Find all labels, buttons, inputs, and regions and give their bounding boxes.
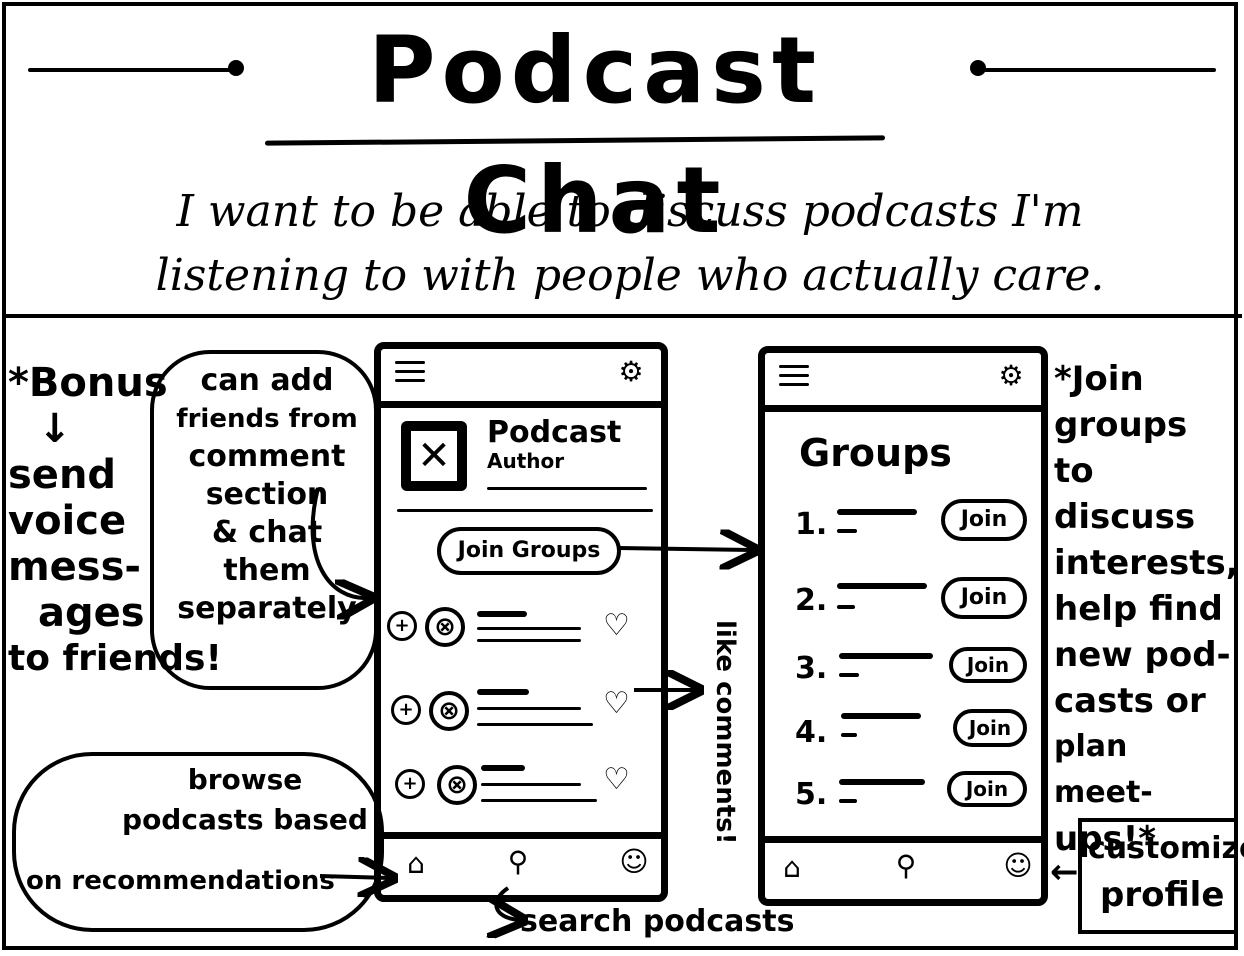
arrow-join-groups-to-groups [617, 548, 752, 550]
arrow-browse-to-home [319, 876, 390, 878]
annotation-arrows [310, 487, 1244, 956]
arrow-search-podcasts [496, 886, 520, 920]
arrow-friends-to-comments [310, 487, 368, 598]
